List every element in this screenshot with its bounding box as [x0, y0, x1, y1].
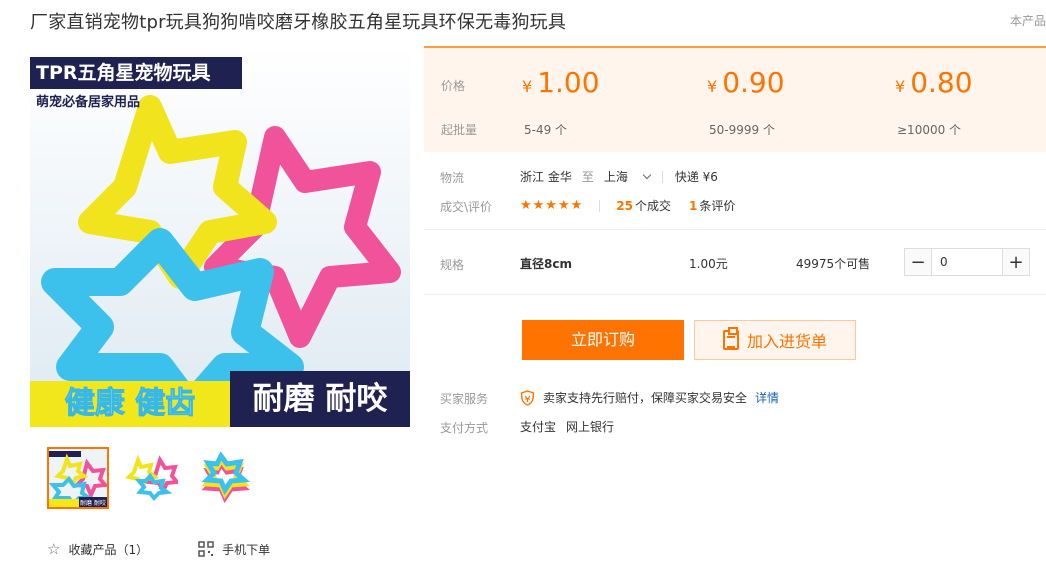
destination-value: 上海	[603, 170, 628, 184]
mobile-order-button[interactable]: 手机下单	[198, 541, 270, 558]
quantity-stepper: − 0 +	[904, 248, 1030, 276]
deals-link[interactable]: 25 个成交	[616, 197, 671, 214]
thumbnail-2-image	[120, 448, 178, 506]
service-label: 买家服务	[440, 392, 489, 406]
corner-tag[interactable]: 本产品	[1010, 12, 1046, 29]
spec-stock: 49975个可售	[796, 257, 871, 271]
service-text: 卖家支持先行赔付，保障买家交易安全	[543, 391, 748, 405]
reviews-label: 成交\评价	[440, 200, 493, 214]
add-to-cart-button[interactable]: 加入进货单	[694, 320, 856, 360]
price-tier-2-value: 0.90	[722, 66, 785, 99]
price-tier-3: ¥0.80	[895, 66, 973, 99]
service-details-link[interactable]: 详情	[755, 389, 779, 406]
image-caption-left: 健康 健齿	[30, 381, 230, 427]
spec-price: 1.00元	[689, 257, 728, 271]
spec-label: 规格	[440, 258, 465, 272]
moq-label: 起批量	[441, 123, 478, 137]
clipboard-icon	[722, 327, 739, 350]
divider	[424, 229, 1046, 230]
thumbnail-3[interactable]	[191, 447, 253, 509]
thumbnail-1-image: 耐磨 耐咬	[49, 449, 107, 507]
logistics-row: 浙江 金华 至 上海 快递 ¥6	[520, 168, 718, 185]
decrement-button[interactable]: −	[905, 249, 932, 275]
shipping-fee: 快递 ¥6	[674, 170, 718, 184]
thumbnail-strip: 耐磨 耐咬	[47, 447, 253, 509]
spec-name: 直径8cm	[520, 257, 572, 271]
review-count: 1	[689, 199, 698, 213]
logistics-label: 物流	[440, 171, 465, 185]
divider	[424, 294, 1046, 295]
image-caption-right: 耐磨 耐咬	[230, 371, 410, 427]
moq-tier-3: ≥10000 个	[897, 123, 962, 137]
service-row: 卖家支持先行赔付，保障买家交易安全 详情	[520, 389, 779, 406]
destination-select[interactable]: 上海	[603, 168, 652, 185]
quantity-input[interactable]: 0	[932, 249, 1002, 275]
main-product-image[interactable]: TPR五角星宠物玩具 萌宠必备居家用品 健康 健齿 耐磨 耐咬	[30, 47, 410, 427]
review-text: 条评价	[699, 199, 736, 213]
favorite-button[interactable]: ☆ 收藏产品（1）	[47, 540, 148, 558]
increment-button[interactable]: +	[1002, 249, 1029, 275]
price-tier-1: ¥1.00	[522, 66, 600, 99]
thumbnail-1-caption: 耐磨 耐咬	[80, 499, 106, 507]
thumbnail-3-image	[192, 448, 250, 506]
to-word: 至	[581, 170, 594, 184]
favorite-label: 收藏产品（1）	[68, 542, 149, 557]
thumbnail-1[interactable]: 耐磨 耐咬	[47, 447, 109, 509]
payment-methods: 支付宝 网上银行	[520, 418, 614, 435]
divider	[599, 199, 601, 212]
currency-symbol: ¥	[707, 77, 718, 96]
thumbnail-2[interactable]	[119, 447, 181, 509]
image-banner: TPR五角星宠物玩具	[30, 57, 242, 89]
order-now-button[interactable]: 立即订购	[522, 320, 684, 360]
price-panel: 价格 起批量 ¥1.00 ¥0.90 ¥0.80 5-49 个 50-9999 …	[424, 46, 1046, 152]
bottom-actions: ☆ 收藏产品（1） 手机下单	[47, 540, 320, 558]
moq-tier-2: 50-9999 个	[709, 123, 775, 137]
qr-code-icon	[198, 541, 214, 557]
divider	[661, 170, 663, 183]
payment-method: 网上银行	[566, 420, 615, 434]
reviews-link[interactable]: 1 条评价	[689, 197, 735, 214]
deals-text: 个成交	[634, 199, 671, 213]
currency-symbol: ¥	[522, 77, 533, 96]
currency-symbol: ¥	[895, 77, 906, 96]
shield-icon	[520, 389, 535, 406]
product-title: 厂家直销宠物tpr玩具狗狗啃咬磨牙橡胶五角星玩具环保无毒狗玩具	[30, 12, 567, 33]
price-tier-3-value: 0.80	[910, 66, 973, 99]
moq-tier-1: 5-49 个	[524, 123, 568, 137]
ship-from: 浙江 金华	[520, 170, 572, 184]
chevron-down-icon	[642, 170, 652, 180]
star-outline-icon: ☆	[47, 540, 61, 558]
image-subtitle: 萌宠必备居家用品	[36, 95, 141, 110]
payment-label: 支付方式	[440, 421, 489, 435]
mobile-order-label: 手机下单	[222, 542, 271, 557]
price-tier-1-value: 1.00	[537, 66, 600, 99]
add-to-cart-label: 加入进货单	[746, 332, 827, 351]
price-tier-2: ¥0.90	[707, 66, 785, 99]
rating-stars: ★★★★★	[520, 198, 584, 213]
price-label: 价格	[441, 79, 466, 93]
rating-row: ★★★★★ 25 个成交 1 条评价	[520, 197, 753, 214]
payment-method: 支付宝	[520, 420, 557, 434]
deals-count: 25	[616, 199, 633, 213]
